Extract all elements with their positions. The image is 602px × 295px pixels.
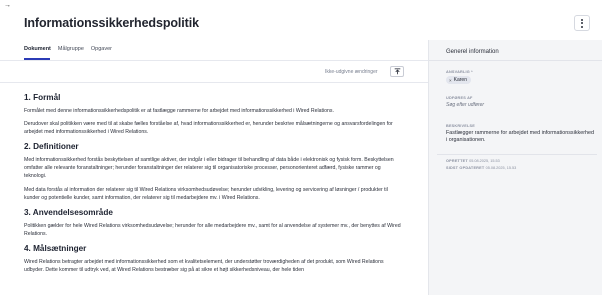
paragraph: Politikken gælder for hele Wired Relatio… (24, 222, 401, 237)
paragraph: Med informationssikkerhed forstås beskyt… (24, 157, 394, 180)
owner-label: ANSVARLIG * (446, 70, 473, 74)
section-heading: 1. Formål (24, 93, 61, 102)
owner-name: Karen (453, 77, 467, 83)
meta-divider (437, 154, 597, 155)
paragraph: Wired Relations betragter arbejdet med i… (24, 258, 384, 274)
updated-label: SIDST OPDATERET (446, 166, 486, 170)
owner-chip[interactable]: × Karen (446, 76, 471, 84)
tab-bar: Dokument Målgruppe Opgaver (24, 46, 112, 57)
page-title: Informationssikkerhedspolitik (24, 16, 199, 30)
paragraph: Derudover skal politikken være med til a… (24, 121, 393, 136)
document-editor[interactable]: 1. Formål Formålet med denne information… (24, 88, 404, 279)
section-formaal: 1. Formål Formålet med denne information… (24, 92, 404, 136)
kebab-dot-icon (581, 25, 583, 28)
panel-divider (429, 60, 602, 61)
header-divider (0, 60, 428, 61)
upload-icon (394, 68, 400, 75)
section-anvendelsesomraade: 3. Anvendelsesområde Politikken gælder f… (24, 207, 404, 238)
description-field[interactable]: Fastlægger rammerne for arbejdet med inf… (446, 130, 596, 144)
more-options-button[interactable] (574, 15, 590, 31)
tab-dokument[interactable]: Dokument (24, 46, 51, 57)
tab-maalgruppe[interactable]: Målgruppe (58, 46, 84, 57)
kebab-dot-icon (581, 22, 583, 24)
assignee-search-field[interactable]: Søg efter udfører (446, 102, 484, 108)
section-heading: 3. Anvendelsesområde (24, 207, 113, 217)
created-row: OPRETTET 05.08.2025, 15.53 (446, 159, 500, 163)
remove-owner-icon[interactable]: × (449, 78, 452, 83)
panel-title: Generel information (446, 49, 499, 55)
section-heading: 2. Definitioner (24, 142, 79, 152)
toolbar-divider (0, 82, 428, 83)
unpublished-changes-status: Ikke-udgivne ændringer (325, 69, 378, 75)
assignee-label: UDFØRES AF (446, 96, 473, 100)
description-label: BESKRIVELSE (446, 124, 475, 128)
back-arrow-icon[interactable]: → (4, 2, 11, 9)
section-heading: 4. Målsætninger (24, 243, 87, 253)
created-value: 05.08.2025, 15.53 (469, 159, 500, 163)
general-info-panel: Generel information ANSVARLIG * × Karen … (428, 40, 602, 295)
paragraph: Formålet med denne informationssikkerhed… (24, 108, 334, 114)
updated-value: 05.08.2025, 15.53 (485, 166, 517, 170)
publish-button[interactable] (390, 66, 404, 77)
created-label: OPRETTET (446, 159, 470, 163)
updated-row: SIDST OPDATERET 05.08.2025, 15.53 (446, 166, 516, 170)
section-definitioner: 2. Definitioner Med informationssikkerhe… (24, 141, 404, 201)
paragraph: Med data forstås al information der rela… (24, 186, 388, 201)
kebab-dot-icon (581, 18, 583, 21)
tab-opgaver[interactable]: Opgaver (91, 46, 112, 57)
section-maalsaetninger: 4. Målsætninger Wired Relations betragte… (24, 243, 404, 274)
